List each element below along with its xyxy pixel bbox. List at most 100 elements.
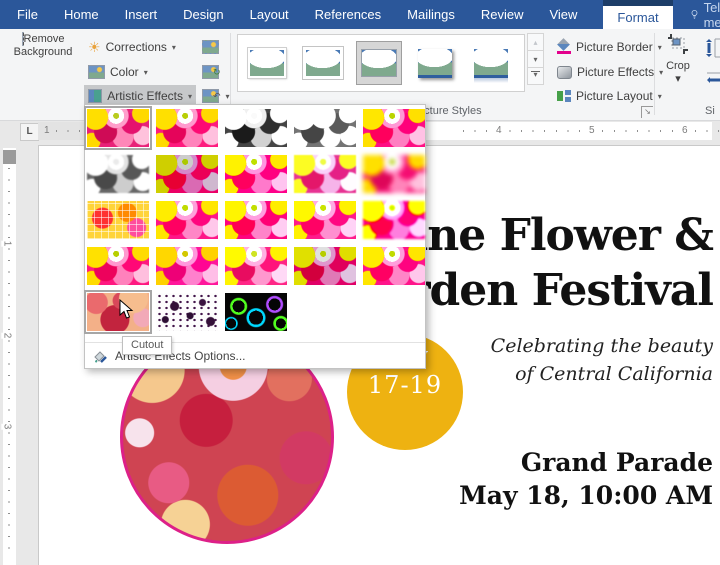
artistic-effect-blur[interactable] [363,155,425,193]
ruler-number: 4 [493,125,505,136]
picture-border-button[interactable]: Picture Border ▾ [553,36,666,58]
size-group-label: Si [705,105,715,117]
change-picture-button[interactable]: ↻ [198,61,225,83]
crop-button[interactable]: Crop ▾ [656,33,700,107]
picture-tools-context-band [603,0,672,6]
tell-me-box[interactable]: Tell me... [691,0,720,30]
compress-pictures-button[interactable] [198,36,223,58]
ribbon-tab-bar: File Home Insert Design Layout References Mail… [0,0,720,29]
event-line-1: Grand Parade [521,448,713,477]
picture-styles-gallery [237,34,525,92]
artistic-effect-light-screen[interactable] [87,201,149,239]
artistic-effect-mosaic-bubbles[interactable] [294,201,356,239]
tab-references[interactable]: References [315,7,381,22]
landscape-thumb-icon [248,48,286,78]
title-line-1: ine Flower & [412,210,713,261]
tooltip-label: Cutout [131,339,163,351]
tab-review[interactable]: Review [481,7,524,22]
landscape-thumb-icon [303,47,343,79]
tab-design[interactable]: Design [183,7,223,22]
artistic-effect-cement[interactable] [363,247,425,285]
group-separator [230,33,231,115]
chevron-down-icon: ▾ [675,73,681,85]
picture-layout-button[interactable]: Picture Layout ▾ [553,85,666,107]
pen-border-icon [557,40,571,54]
tab-layout[interactable]: Layout [250,7,289,22]
ruler-number: 1 [1,241,12,247]
artistic-effect-line-drawing[interactable] [363,109,425,147]
crop-label: Crop [666,60,690,72]
landscape-thumb-icon [361,49,397,77]
chevron-down-icon: ▾ [188,92,192,101]
tooltip: Cutout [122,336,172,355]
tab-file[interactable]: File [17,7,38,22]
subtitle-line-1: Celebrating the beauty [491,335,713,357]
mouse-cursor [119,299,134,320]
artistic-effect-pastels-smooth[interactable] [225,247,287,285]
picture-style-2[interactable] [300,41,346,85]
shape-width-icon[interactable] [705,72,720,88]
chevron-down-icon: ▾ [226,92,230,101]
vertical-ruler[interactable]: 1 2 3 [3,148,16,565]
tell-me-label: Tell me... [704,0,720,30]
corrections-button[interactable]: ☀ Corrections ▾ [84,36,180,58]
tab-mailings[interactable]: Mailings [407,7,455,22]
tab-format-label: Format [617,10,658,25]
artistic-effect-paint-strokes[interactable] [156,155,218,193]
artistic-effect-crisscross-etching[interactable] [156,247,218,285]
artistic-effect-photocopy[interactable] [156,293,218,331]
artistic-effect-glow-diffused[interactable] [294,155,356,193]
size-controls [705,33,720,107]
artistic-effect-marker[interactable] [156,109,218,147]
shape-height-icon[interactable] [705,37,720,59]
artistic-effect-film-grain[interactable] [225,201,287,239]
remove-background-label-1: Remove [24,33,65,45]
ruler-number: 3 [1,424,12,430]
title-line-2: rden Festival [407,265,713,316]
picture-styles-dialog-launcher[interactable]: ↘ [641,106,653,118]
artistic-effect-cutout[interactable] [87,293,149,331]
tab-view[interactable]: View [549,7,577,22]
artistic-effect-chalk-sketch[interactable] [87,155,149,193]
artistic-effect-watercolor-sponge[interactable] [156,201,218,239]
artistic-effect-pencil-grayscale[interactable] [225,109,287,147]
artistic-effect-paint-brush[interactable] [225,155,287,193]
tab-home[interactable]: Home [64,7,99,22]
picture-style-3-selected[interactable] [356,41,402,85]
artistic-effect-glass[interactable] [363,201,425,239]
artistic-effect-none[interactable] [87,109,149,147]
ruler-number: 1 [41,125,53,136]
artistic-effects-label: Artistic Effects [107,89,183,103]
picture-effects-button[interactable]: Picture Effects ▾ [553,61,667,83]
remove-background-icon [22,32,24,46]
tab-format-active[interactable]: Format [603,6,672,29]
document-event-text: Grand Parade May 18, 10:00 AM [459,446,713,512]
compress-pictures-icon [202,40,219,54]
document-subtitle: Celebrating the beauty of Central Califo… [491,332,713,388]
artistic-effect-glow-edges[interactable] [225,293,287,331]
lightbulb-icon [691,7,698,22]
artistic-effect-texturizer[interactable] [87,247,149,285]
landscape-thumb-icon [474,49,508,78]
gallery-more-button[interactable]: ▾ [527,67,544,85]
subtitle-line-2: of Central California [515,363,713,385]
remove-background-button[interactable]: Remove Background [6,33,80,107]
picture-style-4[interactable] [412,41,458,85]
gallery-scroll-controls: ▴ ▾ ▾ [527,34,544,92]
document-title: ine Flower & rden Festival [407,208,713,318]
picture-style-5[interactable] [468,41,514,85]
smartart-layout-icon [557,90,571,102]
color-label: Color [110,65,139,79]
picture-style-1[interactable] [244,41,290,85]
tab-stop-selector[interactable]: L [20,123,39,141]
sun-icon: ☀ [88,40,101,54]
ruler-margin-zone [3,150,16,164]
gallery-scroll-up-button[interactable]: ▴ [527,33,544,51]
artistic-effect-plastic-wrap[interactable] [294,247,356,285]
color-picture-icon [88,65,105,79]
artistic-effect-pencil-sketch[interactable] [294,109,356,147]
picture-border-label: Picture Border [576,40,653,54]
color-button[interactable]: Color ▾ [84,61,152,83]
tab-insert[interactable]: Insert [125,7,158,22]
word-window: File Home Insert Design Layout References Mail… [0,0,720,565]
